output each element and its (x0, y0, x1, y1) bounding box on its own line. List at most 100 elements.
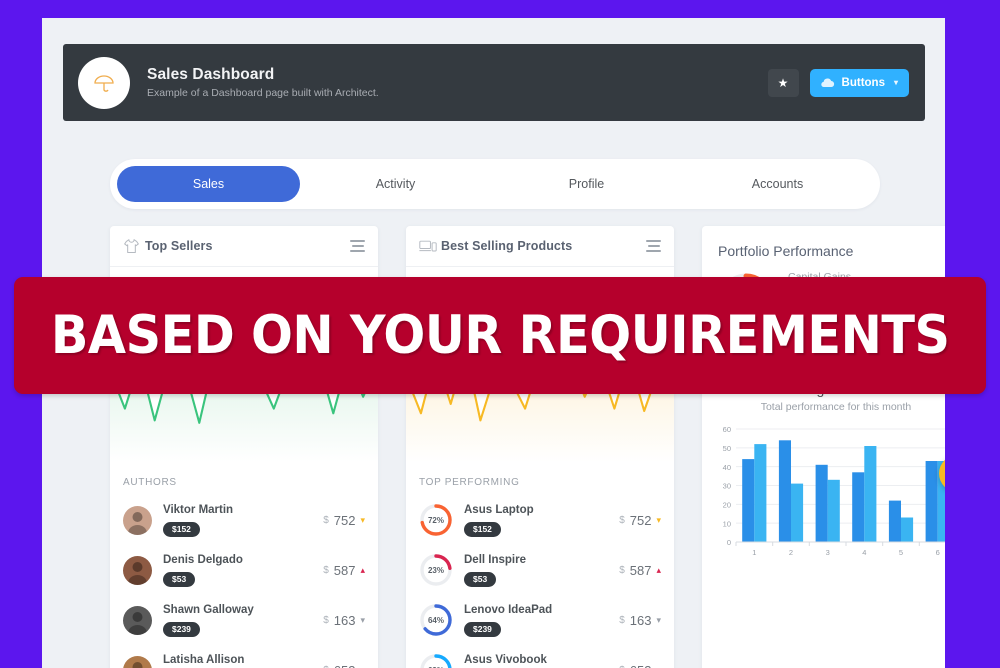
row-amount: $587 ▴ (619, 563, 661, 578)
amount-badge: $239 (163, 621, 200, 637)
cloud-icon (820, 78, 834, 88)
buttons-dropdown-label: Buttons (841, 76, 885, 89)
hamburger-icon[interactable] (646, 240, 661, 252)
table-row[interactable]: 64% Lenovo IdeaPad $239 $163 ▾ (406, 595, 674, 645)
row-amount: $587 ▴ (323, 563, 365, 578)
tab-sales[interactable]: Sales (117, 166, 300, 202)
amount-value: 752 (629, 512, 652, 528)
amount-value: 163 (333, 612, 356, 628)
products-list: 72% Asus Laptop $152 $752 ▾ 23% Dell Inspire $5… (406, 495, 674, 668)
svg-text:5: 5 (899, 548, 903, 557)
tab-activity[interactable]: Activity (300, 166, 491, 202)
progress-ring-label: 69% (419, 653, 453, 668)
amount-value: 587 (629, 562, 652, 578)
row-main: Viktor Martin $152 (152, 503, 323, 538)
product-name: Lenovo IdeaPad (464, 603, 553, 616)
svg-text:4: 4 (862, 548, 866, 557)
page-header-actions: ★ Buttons ▾ (767, 68, 909, 97)
top-performing-label: TOP PERFORMING (419, 477, 520, 488)
progress-ring: 23% (419, 553, 453, 587)
avatar (123, 555, 152, 585)
currency-symbol: $ (323, 665, 329, 668)
amount-badge: $152 (464, 521, 501, 537)
row-amount: $752 ▾ (619, 513, 661, 528)
currency-symbol: $ (619, 514, 625, 526)
amount-badge: $239 (464, 621, 501, 637)
umbrella-icon (94, 74, 114, 92)
row-main: Latisha Allison$21 (152, 653, 323, 668)
target-sales-subtitle: Total performance for this month (760, 401, 912, 413)
progress-ring-label: 72% (427, 515, 444, 525)
progress-ring-label: 64% (427, 615, 444, 625)
row-main: Asus Vivobook$21 (453, 653, 619, 668)
svg-text:3: 3 (826, 548, 830, 557)
row-main: Lenovo IdeaPad $239 (453, 603, 619, 638)
currency-symbol: $ (323, 514, 329, 526)
page-header-text: Sales Dashboard Example of a Dashboard p… (147, 66, 768, 100)
product-name: Dell Inspire (464, 553, 526, 566)
amount-badge: $53 (163, 571, 196, 587)
card-title: Best Selling Products (441, 239, 573, 253)
trend-arrow-icon: ▴ (360, 665, 365, 668)
row-main: Asus Laptop $152 (453, 503, 619, 538)
avatar (123, 655, 152, 668)
row-amount: $653 ▴ (619, 663, 661, 668)
row-main: Shawn Galloway $239 (152, 603, 323, 638)
row-amount: $752 ▾ (323, 513, 365, 528)
svg-text:2: 2 (789, 548, 793, 557)
tab-accounts[interactable]: Accounts (682, 166, 873, 202)
author-name: Viktor Martin (163, 503, 234, 516)
progress-ring-label: 23% (427, 565, 444, 575)
svg-text:6: 6 (936, 548, 940, 557)
page-title: Sales Dashboard (147, 65, 275, 83)
product-name: Asus Vivobook (464, 653, 547, 666)
table-row[interactable]: 69%Asus Vivobook$21$653 ▴ (406, 645, 674, 668)
svg-text:10: 10 (723, 519, 731, 528)
product-name: Asus Laptop (464, 503, 534, 516)
table-row[interactable]: Latisha Allison$21$653 ▴ (110, 645, 378, 668)
progress-ring: 72% (419, 503, 453, 537)
star-button[interactable]: ★ (767, 68, 799, 97)
laptop-icon (419, 239, 441, 254)
table-row[interactable]: 72% Asus Laptop $152 $752 ▾ (406, 495, 674, 545)
svg-text:40: 40 (723, 463, 731, 472)
card-title: Top Sellers (145, 239, 213, 253)
avatar (123, 505, 152, 535)
svg-text:1: 1 (752, 548, 756, 557)
card-title: Portfolio Performance (718, 243, 854, 259)
buttons-dropdown[interactable]: Buttons ▾ (809, 68, 909, 97)
progress-ring: 69% (419, 653, 453, 668)
amount-badge: $53 (464, 571, 497, 587)
amount-value: 752 (333, 512, 356, 528)
amount-value: 163 (629, 612, 652, 628)
row-main: Denis Delgado $53 (152, 553, 323, 588)
svg-text:20: 20 (723, 501, 731, 510)
hamburger-icon[interactable] (350, 240, 365, 252)
promo-banner: BASED ON YOUR REQUIREMENTS (14, 277, 986, 394)
table-row[interactable]: Viktor Martin $152 $752 ▾ (110, 495, 378, 545)
trend-arrow-icon: ▴ (360, 564, 365, 575)
amount-badge: $152 (163, 521, 200, 537)
chevron-down-icon: ▾ (893, 78, 898, 87)
currency-symbol: $ (619, 564, 625, 576)
table-row[interactable]: 23% Dell Inspire $53 $587 ▴ (406, 545, 674, 595)
trend-arrow-icon: ▾ (360, 514, 365, 525)
currency-symbol: $ (323, 564, 329, 576)
author-name: Denis Delgado (163, 553, 243, 566)
authors-list: Viktor Martin $152 $752 ▾ Denis Delgado $53 $5… (110, 495, 378, 668)
trend-arrow-icon: ▾ (360, 614, 365, 625)
table-row[interactable]: Denis Delgado $53 $587 ▴ (110, 545, 378, 595)
amount-value: 587 (333, 562, 356, 578)
currency-symbol: $ (323, 614, 329, 626)
row-amount: $163 ▾ (619, 613, 661, 628)
tab-bar: Sales Activity Profile Accounts (110, 159, 880, 209)
svg-text:0: 0 (727, 538, 731, 547)
page-header: Sales Dashboard Example of a Dashboard p… (63, 44, 925, 121)
svg-text:60: 60 (723, 425, 731, 434)
table-row[interactable]: Shawn Galloway $239 $163 ▾ (110, 595, 378, 645)
trend-arrow-icon: ▾ (656, 614, 661, 625)
tab-profile[interactable]: Profile (491, 166, 682, 202)
authors-label: AUTHORS (123, 477, 177, 488)
page-subtitle: Example of a Dashboard page built with A… (147, 86, 379, 99)
progress-ring: 64% (419, 603, 453, 637)
